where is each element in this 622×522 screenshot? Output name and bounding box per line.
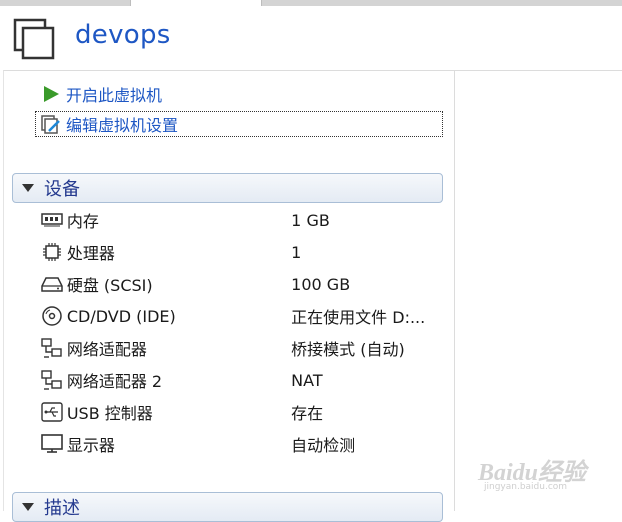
- device-name: CD/DVD (IDE): [66, 306, 176, 326]
- device-name: USB 控制器: [66, 404, 153, 423]
- virtual-machine-icon: [13, 18, 57, 62]
- device-row-network-adapter-2[interactable]: 网络适配器 2 NAT: [40, 367, 450, 393]
- device-name: 显示器: [66, 436, 115, 455]
- device-value: 1: [291, 242, 302, 262]
- devices-section-header[interactable]: 设备: [12, 173, 443, 203]
- edit-settings-icon: [40, 113, 62, 135]
- collapse-triangle-icon: [22, 184, 34, 192]
- power-on-label: 开启此虚拟机: [66, 86, 163, 105]
- device-value: 存在: [291, 404, 324, 423]
- watermark-url: jingyan.baidu.com: [484, 482, 568, 492]
- device-row-cd-dvd[interactable]: CD/DVD (IDE) 正在使用文件 D:...: [40, 303, 450, 329]
- device-name: 硬盘 (SCSI): [66, 276, 153, 295]
- device-name: 处理器: [66, 244, 115, 263]
- device-value: 桥接模式 (自动): [291, 340, 405, 359]
- network-adapter-icon: [40, 336, 64, 360]
- device-value: NAT: [291, 370, 323, 390]
- device-row-display[interactable]: 显示器 自动检测: [40, 431, 450, 457]
- device-row-network-adapter[interactable]: 网络适配器 桥接模式 (自动): [40, 335, 450, 361]
- device-name: 网络适配器: [66, 340, 147, 359]
- device-value: 1 GB: [291, 210, 330, 230]
- cd-dvd-icon: [40, 304, 64, 328]
- devices-section-title: 设备: [44, 179, 80, 200]
- vm-header: devops: [0, 6, 622, 70]
- device-row-memory[interactable]: 内存 1 GB: [40, 207, 450, 233]
- description-section-title: 描述: [44, 498, 80, 519]
- device-value: 自动检测: [291, 436, 356, 455]
- edit-settings-label: 编辑虚拟机设置: [66, 116, 179, 135]
- device-row-hard-disk[interactable]: 硬盘 (SCSI) 100 GB: [40, 271, 450, 297]
- edit-settings-action[interactable]: 编辑虚拟机设置: [35, 111, 443, 137]
- device-value: 100 GB: [291, 274, 351, 294]
- usb-icon: [40, 400, 64, 424]
- device-row-processor[interactable]: 处理器 1: [40, 239, 450, 265]
- power-on-action[interactable]: 开启此虚拟机: [40, 82, 162, 106]
- play-icon: [40, 83, 62, 105]
- network-adapter-icon: [40, 368, 64, 392]
- device-value: 正在使用文件 D:...: [291, 308, 426, 327]
- device-name: 网络适配器 2: [66, 372, 163, 391]
- side-pane: [454, 70, 622, 511]
- memory-icon: [40, 208, 64, 232]
- baidu-watermark: Baidu经验 jingyan.baidu.com: [478, 448, 618, 496]
- description-section-header[interactable]: 描述: [12, 492, 443, 522]
- device-row-usb-controller[interactable]: USB 控制器 存在: [40, 399, 450, 425]
- processor-icon: [40, 240, 64, 264]
- vm-title: devops: [75, 20, 171, 50]
- device-name: 内存: [66, 212, 99, 231]
- display-icon: [40, 432, 64, 456]
- hard-disk-icon: [40, 272, 64, 296]
